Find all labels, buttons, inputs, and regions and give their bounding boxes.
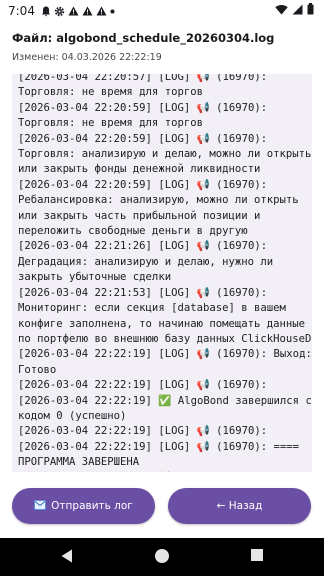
log-line: [2026-03-04 22:22:19] 🏁 Завершение работ…: [18, 471, 308, 473]
log-line: кодом 0 (успешно): [18, 409, 127, 422]
battery-icon: [307, 3, 314, 15]
log-line: [2026-03-04 22:20:59] [LOG] 📢 (16970):: [18, 178, 268, 191]
warning-icon: [96, 6, 107, 16]
log-line: Мониторинг: если секция [database] в ваш…: [18, 302, 286, 315]
log-line: [2026-03-04 22:22:19] [LOG] 📢 (16970):: [18, 379, 268, 392]
log-line: [2026-03-04 22:20:59] [LOG] 📢 (16970):: [18, 101, 268, 114]
navigation-bar: [0, 538, 324, 576]
log-line: Торговля: анализирую и делаю, можно ли о…: [18, 148, 312, 161]
home-icon[interactable]: [154, 548, 170, 564]
log-line: Ребалансировка: анализирую, можно ли отк…: [18, 194, 299, 207]
log-line: переложить свободные деньги в другую: [18, 225, 248, 238]
log-line: [2026-03-04 22:20:59] [LOG] 📢 (16970):: [18, 132, 268, 145]
log-line: [2026-03-04 22:22:19] [LOG] 📢 (16970):: [18, 425, 268, 438]
log-line: Торговля: не время для торгов: [18, 86, 203, 99]
log-line: ПРОГРАММА ЗАВЕРШЕНА: [18, 456, 140, 469]
log-line: или закрыть фонды денежной ликвидности: [18, 163, 261, 176]
wifi-icon: [275, 4, 288, 14]
log-line: [2026-03-04 22:22:19] ✅ AlgoBond заверши…: [18, 394, 312, 407]
log-line: [2026-03-04 22:20:57] [LOG] 📢 (16970):: [18, 74, 268, 83]
log-line: конфиге заполнена, то начинаю помещать д…: [18, 317, 306, 330]
send-log-button[interactable]: Отправить лог: [12, 488, 155, 524]
log-text: [2026-03-04 22:20:57] [LOG] 📢 (16970): То…: [18, 74, 312, 473]
log-line: или закрыть часть прибыльной позиции и: [18, 209, 261, 222]
log-line: Торговля: не время для торгов: [18, 117, 203, 130]
log-line: [2026-03-04 22:21:26] [LOG] 📢 (16970):: [18, 240, 268, 253]
back-icon[interactable]: [60, 548, 74, 564]
warning-icon: [68, 6, 79, 16]
back-label: ← Назад: [216, 500, 263, 512]
log-line: закрыть убыточные сделки: [18, 271, 172, 284]
notification-icon: [41, 6, 50, 16]
recents-icon[interactable]: [250, 548, 264, 562]
modified-date: Изменен: 04.03.2026 22:22:19: [12, 52, 162, 63]
log-line: по портфелю во внешнюю базу данных Click…: [18, 332, 312, 345]
status-bar: 7:04: [0, 0, 324, 22]
log-panel[interactable]: [2026-03-04 22:20:57] [LOG] 📢 (16970): То…: [12, 74, 312, 472]
warning-icon: [82, 6, 93, 16]
log-line: Готово: [18, 363, 57, 376]
back-button[interactable]: ← Назад: [168, 488, 311, 524]
log-line: [2026-03-04 22:22:19] [LOG] 📢 (16970): =…: [18, 440, 300, 453]
signal-icon: [292, 4, 303, 14]
send-log-label: Отправить лог: [51, 500, 133, 512]
dot-icon: [110, 9, 115, 13]
log-line: Деградация: анализирую и делаю, нужно ли: [18, 255, 274, 268]
file-title: Файл: algobond_schedule_20260304.log: [12, 31, 275, 45]
email-icon: [34, 499, 47, 513]
log-line: [2026-03-04 22:22:19] [LOG] 📢 (16970): В…: [18, 348, 312, 361]
log-line: [2026-03-04 22:21:53] [LOG] 📢 (16970):: [18, 286, 268, 299]
status-time: 7:04: [8, 4, 35, 18]
settings-icon: [54, 6, 65, 16]
